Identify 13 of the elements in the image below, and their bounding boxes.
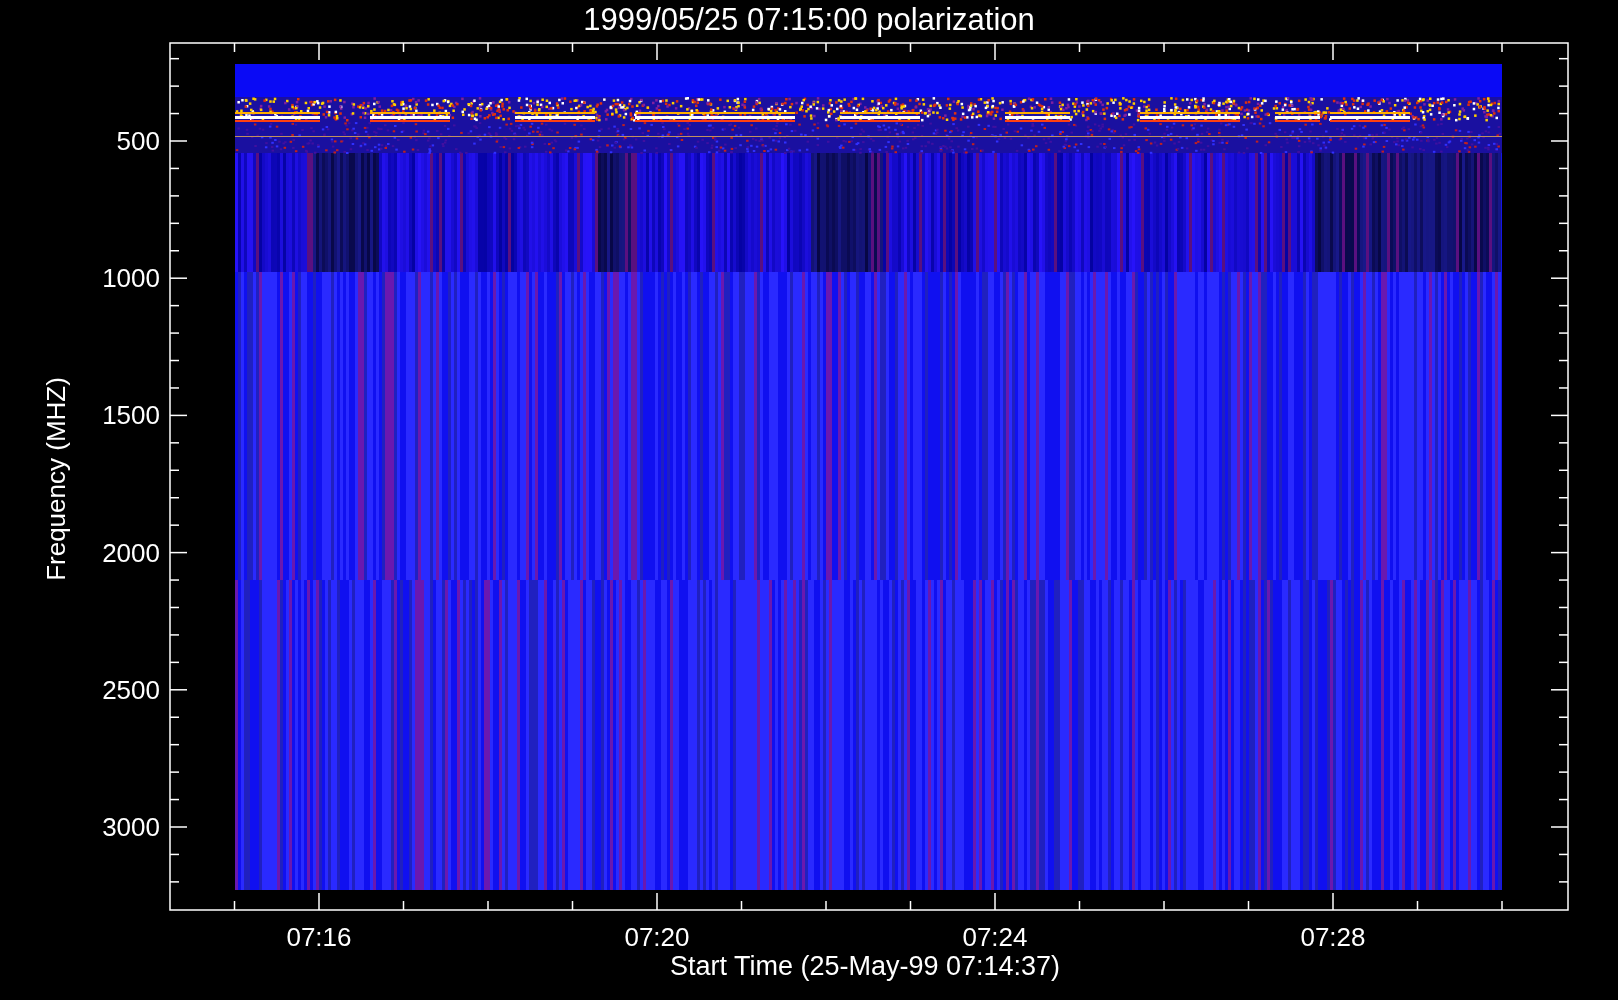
x-tick-label: 07:24 [962, 922, 1028, 952]
x-tick-label: 07:20 [624, 922, 690, 952]
x-tick-label: 07:28 [1300, 922, 1366, 952]
y-tick-label: 500 [116, 126, 160, 156]
x-axis-title: Start Time (25-May-99 07:14:37) [669, 951, 1061, 981]
y-tick-label: 3000 [102, 812, 160, 842]
x-tick-label: 07:16 [286, 922, 352, 952]
y-tick-label: 2500 [102, 674, 160, 705]
y-axis-title: Frequency (MHZ) [41, 377, 71, 581]
y-tick-label: 2000 [102, 537, 160, 568]
y-tick-label: 1500 [102, 400, 160, 431]
plot-title: 1999/05/25 07:15:00 polarization [583, 2, 1035, 37]
y-tick-label: 1000 [102, 263, 160, 294]
